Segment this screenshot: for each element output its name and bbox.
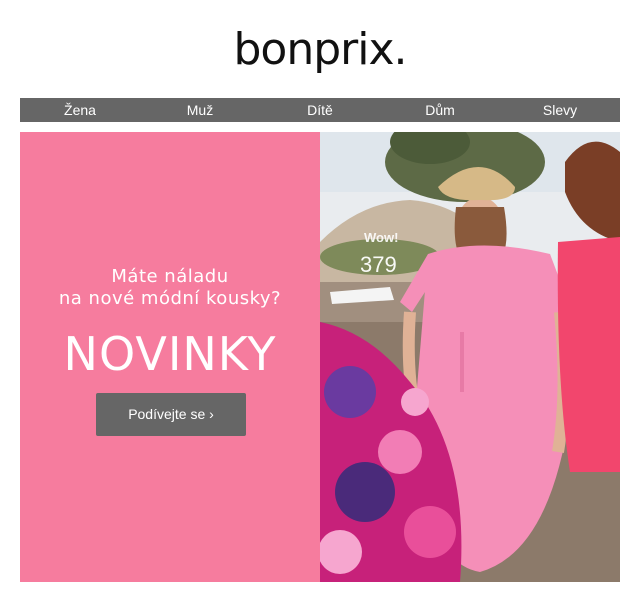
nav-item-dum[interactable]: Dům — [380, 98, 500, 122]
hero-photo-illustration — [320, 132, 620, 582]
hero-subtitle-line-2: na nové módní kousky? — [58, 288, 282, 309]
nav-item-muz[interactable]: Muž — [140, 98, 260, 122]
hero-banner[interactable]: Máte náladu na nové módní kousky? NOVINK… — [20, 132, 620, 582]
hero-photo[interactable]: Wow! 379 — [320, 132, 620, 582]
nav-item-dite[interactable]: Dítě — [260, 98, 380, 122]
main-navigation: Žena Muž Dítě Dům Slevy — [20, 98, 620, 122]
hero-text-panel: Máte náladu na nové módní kousky? NOVINK… — [20, 132, 320, 582]
view-more-button[interactable]: Podívejte se › — [96, 393, 246, 436]
bonprix-logo[interactable]: bonprix. — [0, 24, 640, 75]
hero-subtitle-line-1: Máte náladu — [111, 266, 229, 287]
likes-label: Wow! — [364, 230, 399, 245]
hero-headline: NOVINKY — [63, 327, 277, 381]
nav-item-zena[interactable]: Žena — [20, 98, 140, 122]
likes-count: 379 — [360, 252, 397, 277]
hero-subtitle: Máte náladu na nové módní kousky? — [20, 266, 320, 310]
nav-item-slevy[interactable]: Slevy — [500, 98, 620, 122]
